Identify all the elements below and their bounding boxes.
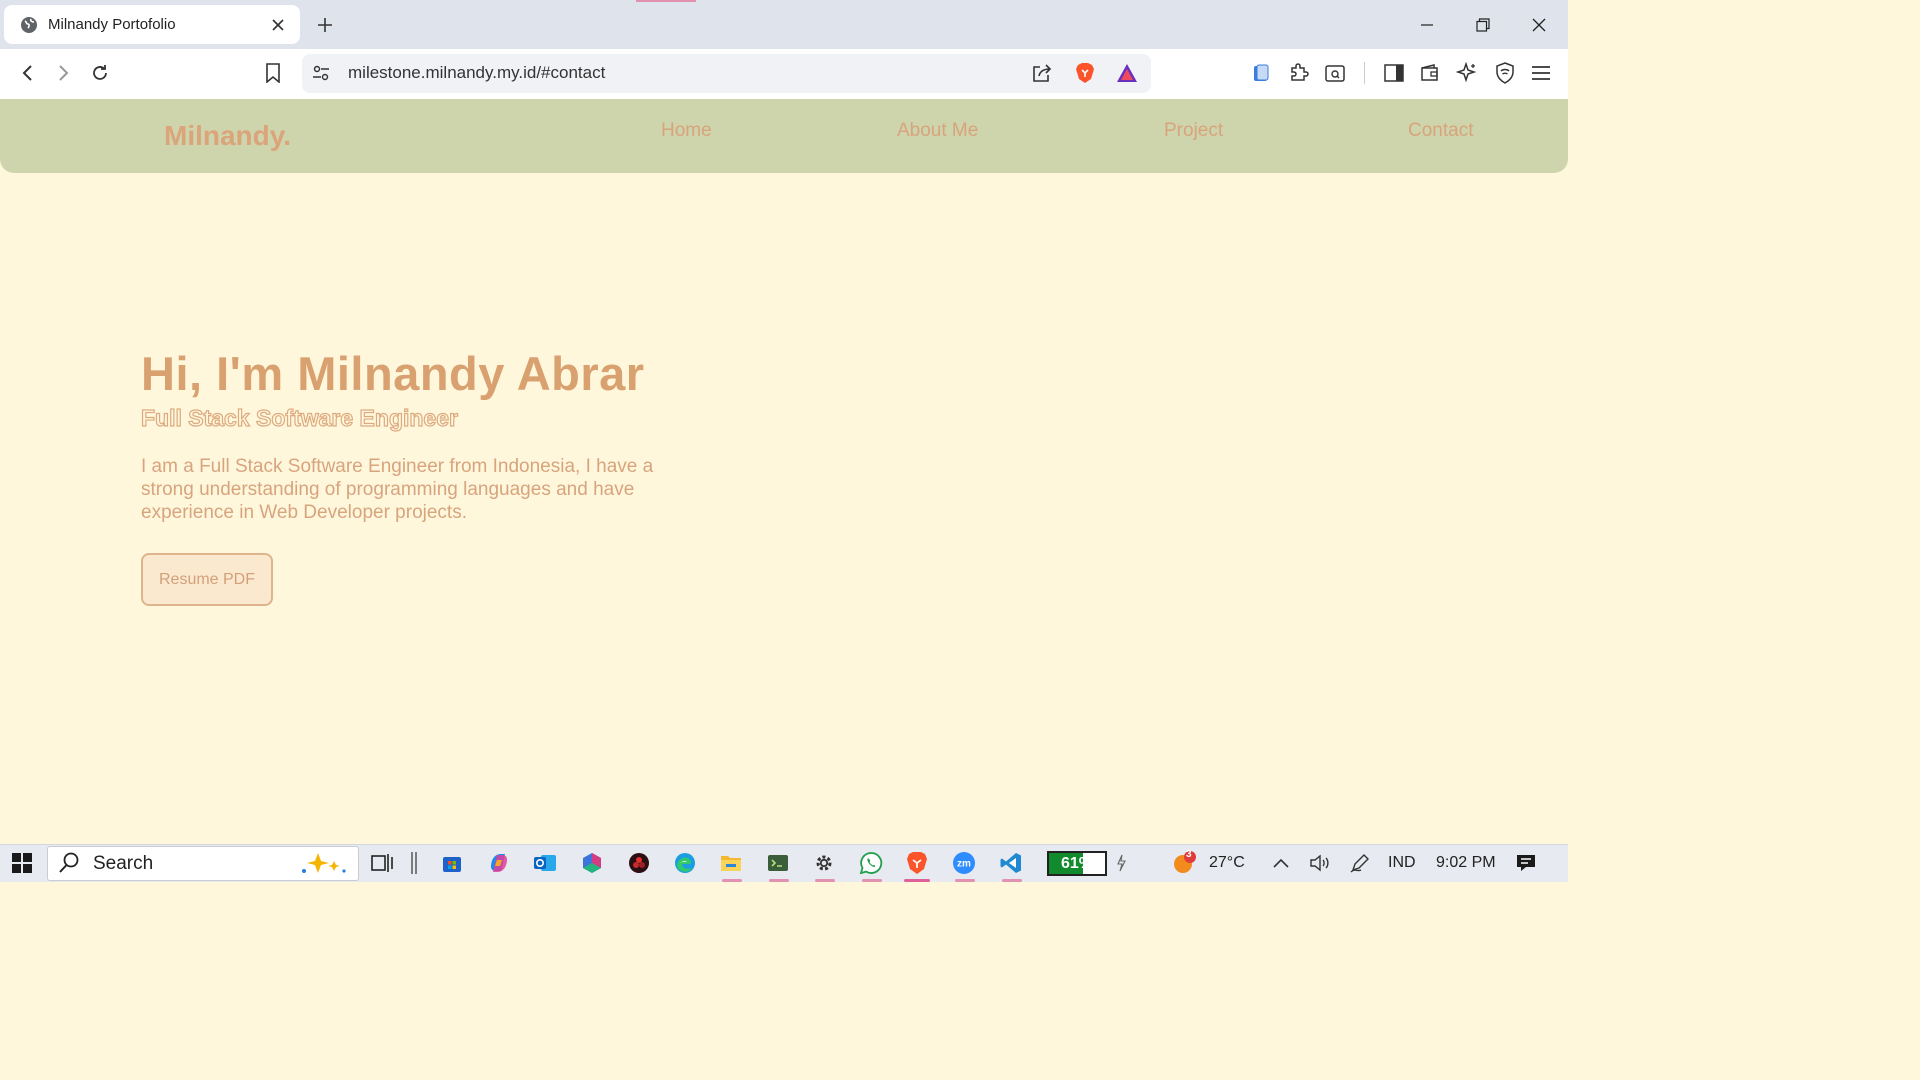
nav-link-about-me[interactable]: About Me [897,120,978,142]
site-logo[interactable]: Milnandy. [164,120,291,152]
url-text[interactable]: milestone.milnandy.my.id/#contact [348,63,605,83]
bookmark-icon[interactable] [258,58,288,88]
reload-button[interactable] [85,58,115,88]
back-button[interactable] [13,58,43,88]
battery-indicator[interactable]: 61% [1047,851,1107,876]
vscode-icon[interactable] [997,849,1025,877]
reading-list-icon[interactable] [1246,58,1276,88]
running-indicator [722,879,742,882]
hero-description: I am a Full Stack Software Engineer from… [141,456,654,523]
leo-ai-icon[interactable] [1452,58,1482,88]
running-indicator [1002,879,1022,882]
restore-button[interactable] [1468,10,1498,40]
menu-icon[interactable] [1526,58,1556,88]
temperature[interactable]: 27°C [1209,854,1245,872]
edge-browser-icon[interactable] [671,849,699,877]
sidebar-icon[interactable] [1379,58,1409,88]
input-language[interactable]: IND [1388,854,1416,872]
site-settings-icon[interactable] [306,58,336,88]
running-indicator [769,879,789,882]
brave-rewards-icon[interactable] [1112,58,1142,88]
nav-link-contact[interactable]: Contact [1408,120,1473,142]
running-indicator [862,879,882,882]
close-window-button[interactable] [1524,10,1554,40]
svg-text:zm: zm [957,859,971,870]
whatsapp-icon[interactable] [857,849,885,877]
active-app-indicator [904,879,930,882]
file-explorer-icon[interactable] [717,849,745,877]
pen-icon[interactable] [1346,849,1374,877]
globe-icon [21,16,37,33]
running-indicator [815,879,835,882]
hero-title: Hi, I'm Milnandy Abrar [141,347,645,400]
taskbar-divider-icon [400,849,428,877]
running-indicator [955,879,975,882]
extensions-icon[interactable] [1284,58,1314,88]
browser-tab[interactable]: Milnandy Portofolio [4,5,300,44]
battery-percent: 61% [1060,855,1094,872]
copilot-app-icon[interactable] [485,849,513,877]
davinci-resolve-icon[interactable] [625,849,653,877]
outlook-icon[interactable] [531,849,559,877]
tab-close-icon[interactable] [268,15,288,35]
hero-subtitle: Full Stack Software Engineer [140,404,458,431]
resume-pdf-button[interactable]: Resume PDF [141,553,273,606]
minimize-button[interactable] [1412,10,1442,40]
weather-badge: 3 [1186,849,1192,860]
share-icon[interactable] [1027,58,1057,88]
windows-start-icon[interactable] [8,849,36,877]
settings-gear-icon[interactable] [810,849,838,877]
forward-button[interactable] [48,58,78,88]
copilot-sparkle-icon [296,849,352,877]
tab-search-icon[interactable] [1320,58,1350,88]
vpn-shield-icon[interactable] [1490,58,1520,88]
brave-shields-icon[interactable] [1070,58,1100,88]
clock[interactable]: 9:02 PM [1436,854,1496,872]
notifications-icon[interactable] [1512,849,1540,877]
new-tab-button[interactable] [312,12,338,38]
taskbar-search-label: Search [93,853,154,874]
terminal-icon[interactable] [764,849,792,877]
zoom-icon[interactable]: zm [950,849,978,877]
media-indicator [636,0,696,2]
toolbar-divider [1364,62,1365,84]
volume-icon[interactable] [1306,849,1334,877]
wallet-icon[interactable] [1415,58,1445,88]
chevron-up-icon[interactable] [1267,849,1295,877]
weather-icon[interactable] [1170,849,1198,877]
task-view-icon[interactable] [368,849,396,877]
nav-link-project[interactable]: Project [1164,120,1223,142]
search-icon [55,849,83,877]
nav-link-home[interactable]: Home [661,120,712,142]
tab-title: Milnandy Portofolio [48,16,176,33]
microsoft-365-icon[interactable] [578,849,606,877]
charging-icon [1113,849,1129,877]
microsoft-store-icon[interactable] [438,849,466,877]
brave-browser-icon[interactable] [903,849,931,877]
